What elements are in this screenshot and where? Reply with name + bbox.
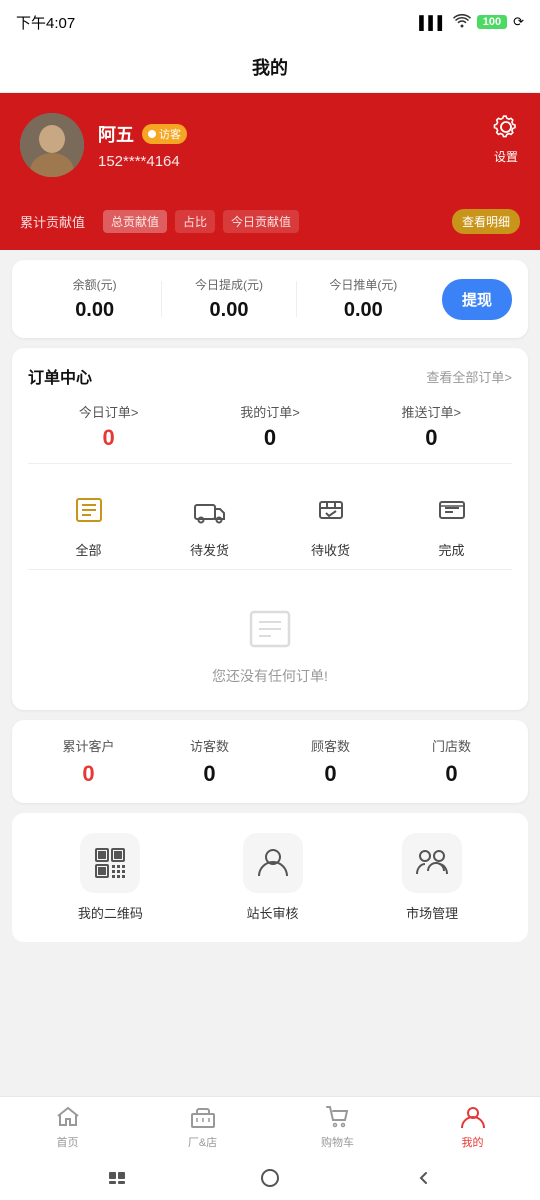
contribution-label: 累计贡献值	[20, 212, 85, 231]
status-icons: ▌▌▌ 100 ⟳	[419, 14, 524, 31]
tool-station-label: 站长审核	[246, 903, 298, 922]
contribution-tab-today[interactable]: 今日贡献值	[223, 210, 299, 233]
tool-market-mgmt[interactable]: 市场管理	[402, 833, 462, 922]
contribution-tab-ratio[interactable]: 占比	[175, 210, 215, 233]
order-center-card: 订单中心 查看全部订单> 今日订单> 0 我的订单> 0 推送订单> 0	[12, 348, 528, 710]
settings-button[interactable]: 设置	[492, 113, 520, 165]
system-bar	[0, 1156, 540, 1200]
settings-label: 设置	[492, 148, 520, 165]
nav-mine[interactable]: 我的	[405, 1104, 540, 1150]
order-icon-complete[interactable]: 完成	[428, 486, 476, 559]
view-all-orders-link[interactable]: 查看全部订单>	[426, 367, 512, 386]
nav-home-label: 首页	[57, 1134, 79, 1150]
customer-count: 顾客数 0	[270, 736, 391, 787]
customer-stats: 累计客户 0 访客数 0 顾客数 0 门店数 0	[28, 736, 512, 787]
balance-card: 余额(元) 0.00 今日提成(元) 0.00 今日推单(元) 0.00 提现	[12, 260, 528, 338]
profile-badge: 访客	[142, 124, 187, 144]
visitor-count: 访客数 0	[149, 736, 270, 787]
nav-cart[interactable]: 购物车	[270, 1104, 405, 1150]
push-order-stat[interactable]: 推送订单> 0	[351, 402, 512, 451]
contribution-section: 累计贡献值 总贡献值 占比 今日贡献值 查看明细	[0, 201, 540, 250]
wifi-icon	[453, 14, 471, 31]
order-icon-receiving[interactable]: 待收货	[307, 486, 355, 559]
order-all-label: 全部	[75, 540, 101, 559]
order-stats: 今日订单> 0 我的订单> 0 推送订单> 0	[28, 402, 512, 464]
profile-name: 阿五	[98, 121, 134, 147]
order-icon-shipping[interactable]: 待发货	[186, 486, 234, 559]
profile-info: 阿五 访客 152****4164	[98, 121, 520, 170]
nav-home[interactable]: 首页	[0, 1104, 135, 1150]
profile-phone: 152****4164	[98, 153, 520, 170]
view-detail-button[interactable]: 查看明细	[452, 209, 520, 234]
today-order-stat[interactable]: 今日订单> 0	[28, 402, 189, 451]
tool-station-audit[interactable]: 站长审核	[243, 833, 303, 922]
nav-cart-label: 购物车	[321, 1134, 354, 1150]
my-order-stat[interactable]: 我的订单> 0	[189, 402, 350, 451]
empty-order-text: 您还没有任何订单!	[212, 666, 328, 686]
contribution-tab-total[interactable]: 总贡献值	[103, 210, 167, 233]
order-center-header: 订单中心 查看全部订单>	[28, 364, 512, 388]
order-complete-label: 完成	[438, 540, 464, 559]
customer-stats-card: 累计客户 0 访客数 0 顾客数 0 门店数 0	[12, 720, 528, 803]
avatar[interactable]	[20, 113, 84, 177]
tool-qrcode-label: 我的二维码	[78, 903, 143, 922]
page-title: 我的	[0, 44, 540, 93]
balance-push: 今日推单(元) 0.00	[297, 276, 430, 322]
battery-icon: 100	[477, 15, 507, 29]
empty-order-state: 您还没有任何订单!	[28, 582, 512, 694]
nav-factory-label: 厂&店	[188, 1134, 217, 1150]
balance-remaining: 余额(元) 0.00	[28, 276, 161, 322]
nav-mine-label: 我的	[462, 1134, 484, 1150]
home-icon-sys[interactable]	[258, 1166, 282, 1190]
tool-market-label: 市场管理	[406, 903, 458, 922]
store-count: 门店数 0	[391, 736, 512, 787]
cumulative-customers: 累计客户 0	[28, 736, 149, 787]
lock-rotate-icon: ⟳	[513, 14, 524, 30]
order-icon-all[interactable]: 全部	[65, 486, 113, 559]
status-time: 下午4:07	[16, 12, 75, 33]
withdraw-button[interactable]: 提现	[442, 279, 512, 320]
order-shipping-label: 待发货	[190, 540, 229, 559]
profile-header: 阿五 访客 152****4164 设置	[0, 93, 540, 201]
back-icon-sys[interactable]	[411, 1166, 435, 1190]
nav-factory[interactable]: 厂&店	[135, 1104, 270, 1150]
menu-icon-sys[interactable]	[105, 1166, 129, 1190]
bottom-nav: 首页 厂&店 购物车 我的	[0, 1096, 540, 1156]
tools-card: 我的二维码 站长审核	[12, 813, 528, 942]
tools-grid: 我的二维码 站长审核	[28, 833, 512, 922]
order-receiving-label: 待收货	[311, 540, 350, 559]
order-center-title: 订单中心	[28, 364, 92, 388]
order-icons-row: 全部 待发货	[28, 476, 512, 570]
status-bar: 下午4:07 ▌▌▌ 100 ⟳	[0, 0, 540, 44]
balance-commission: 今日提成(元) 0.00	[162, 276, 295, 322]
signal-icon: ▌▌▌	[419, 15, 447, 30]
tool-qrcode[interactable]: 我的二维码	[78, 833, 143, 922]
contribution-tabs: 总贡献值 占比 今日贡献值	[103, 210, 444, 233]
